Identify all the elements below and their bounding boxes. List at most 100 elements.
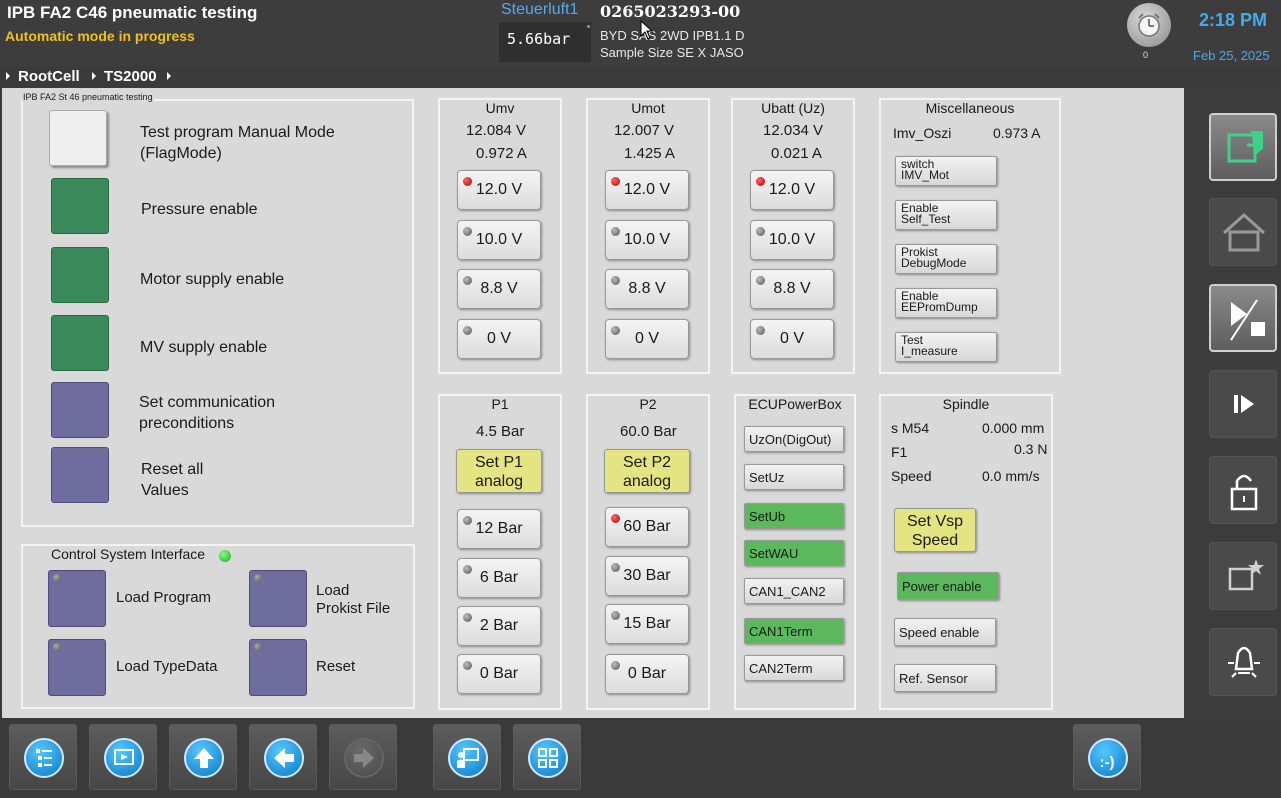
- flag-mv-supply-button[interactable]: [51, 315, 109, 371]
- flag-set-communication-button[interactable]: [51, 382, 109, 438]
- run-stop-button[interactable]: [1209, 284, 1277, 352]
- umv-8v8-button[interactable]: 8.8 V: [457, 269, 541, 309]
- imv-value: 0.973 A: [993, 125, 1041, 141]
- spindle-f1-value: 0.3 N: [1014, 441, 1048, 457]
- flag-manual-mode-label: Test program Manual Mode (FlagMode): [140, 124, 335, 162]
- variant-text: BYD SAS 2WD IPB1.1 D: [600, 28, 745, 43]
- step-button[interactable]: [1209, 370, 1277, 438]
- forward-arrow-icon: [354, 748, 374, 768]
- back-arrow-button[interactable]: [249, 724, 317, 790]
- unlock-button[interactable]: [1209, 456, 1277, 524]
- p1-0bar-button[interactable]: 0 Bar: [457, 654, 541, 694]
- umot-voltage: 12.007 V: [614, 122, 675, 139]
- clock-date: Feb 25, 2025: [1193, 48, 1270, 63]
- p1-value: 4.5 Bar: [476, 423, 525, 440]
- load-program-label: Load Program: [116, 589, 212, 606]
- misc-title: Miscellaneous: [925, 100, 1015, 116]
- setub-button[interactable]: SetUb: [744, 503, 844, 529]
- set-p2-analog-button[interactable]: Set P2 analog: [604, 449, 690, 493]
- p2-30bar-button[interactable]: 30 Bar: [605, 556, 689, 596]
- umot-10v-button[interactable]: 10.0 V: [605, 220, 689, 260]
- ref-sensor-button[interactable]: Ref. Sensor: [894, 664, 996, 692]
- flag-mv-supply-label: MV supply enable: [140, 339, 268, 356]
- spindle-panel: Spindle s M54 0.000 mm F1 0.3 N Speed 0.…: [879, 394, 1053, 710]
- load-prokist-label: Load Prokist File: [316, 582, 391, 617]
- flag-pressure-enable-button[interactable]: [51, 178, 109, 234]
- breadcrumb-item-rootcell[interactable]: RootCell: [18, 68, 80, 85]
- ubatt-panel: Ubatt (Uz) 12.034 V 0.021 A 12.0 V 10.0 …: [731, 98, 855, 374]
- can1-can2-button[interactable]: CAN1_CAN2: [744, 578, 844, 604]
- ecu-powerbox-title: ECUPowerBox: [748, 396, 842, 412]
- can1term-button[interactable]: CAN1Term: [744, 618, 844, 644]
- p1-2bar-button[interactable]: 2 Bar: [457, 606, 541, 646]
- umv-0v-button[interactable]: 0 V: [457, 319, 541, 359]
- setuz-button[interactable]: SetUz: [744, 464, 844, 490]
- flag-manual-mode-button[interactable]: [49, 110, 107, 166]
- imv-label: Imv_Oszi: [893, 125, 952, 141]
- flag-reset-values-label: Reset all Values: [141, 461, 204, 499]
- operator-button[interactable]: [433, 724, 501, 790]
- ubatt-12v-button[interactable]: 12.0 V: [750, 170, 834, 210]
- reset-button[interactable]: [249, 639, 307, 696]
- p2-60bar-button[interactable]: 60 Bar: [605, 507, 689, 547]
- ubatt-10v-button[interactable]: 10.0 V: [750, 220, 834, 260]
- smiley-icon: :-): [1099, 754, 1115, 771]
- p2-15bar-button[interactable]: 15 Bar: [605, 604, 689, 644]
- mouse-cursor-icon: [640, 20, 654, 40]
- flag-motor-supply-button[interactable]: [51, 247, 109, 303]
- p1-6bar-button[interactable]: 6 Bar: [457, 558, 541, 598]
- smiley-button[interactable]: :-): [1073, 724, 1141, 790]
- set-vsp-speed-button[interactable]: Set Vsp Speed: [894, 508, 976, 552]
- speed-enable-button[interactable]: Speed enable: [894, 618, 996, 646]
- can2term-button[interactable]: CAN2Term: [744, 655, 844, 681]
- up-arrow-icon: [194, 748, 214, 768]
- run-stop-icon: [1230, 299, 1265, 341]
- special-button[interactable]: [1209, 542, 1277, 610]
- breadcrumb-arrow-icon: [6, 72, 10, 80]
- set-p1-analog-button[interactable]: Set P1 analog: [456, 449, 542, 493]
- p1-12bar-button[interactable]: 12 Bar: [457, 509, 541, 549]
- home-button[interactable]: [1209, 198, 1277, 266]
- alarm-clock-button[interactable]: [1127, 3, 1171, 47]
- switch-imv-mot-button[interactable]: switch IMV_Mot: [895, 156, 997, 186]
- ubatt-8v8-button[interactable]: 8.8 V: [750, 269, 834, 309]
- load-prokist-button[interactable]: [249, 570, 307, 627]
- uzon-digout-button[interactable]: UzOn(DigOut): [744, 426, 844, 452]
- breadcrumb-item-ts2000[interactable]: TS2000: [104, 68, 157, 85]
- flag-reset-values-button[interactable]: [51, 447, 109, 503]
- spindle-speed-label: Speed: [891, 468, 932, 484]
- bottom-toolbar: :-): [0, 718, 1281, 798]
- export-button[interactable]: [1209, 113, 1277, 181]
- up-arrow-button[interactable]: [169, 724, 237, 790]
- p2-0bar-button[interactable]: 0 Bar: [605, 654, 689, 694]
- clock-time: 2:18 PM: [1199, 10, 1268, 30]
- flag-pressure-enable-label: Pressure enable: [141, 201, 258, 218]
- export-icon: [1227, 131, 1263, 163]
- umot-0v-button[interactable]: 0 V: [605, 319, 689, 359]
- forward-arrow-button[interactable]: [329, 724, 397, 790]
- test-i-measure-button[interactable]: Test I_measure: [895, 332, 997, 362]
- enable-eeprom-dump-button[interactable]: Enable EEPromDump: [895, 288, 997, 318]
- umv-12v-button[interactable]: 12.0 V: [457, 170, 541, 210]
- program-list-button[interactable]: [9, 724, 77, 790]
- light-button[interactable]: [1209, 628, 1277, 696]
- control-status-led: [219, 550, 231, 562]
- prokist-debug-button[interactable]: Prokist DebugMode: [895, 244, 997, 274]
- ubatt-0v-button[interactable]: 0 V: [750, 319, 834, 359]
- load-typedata-button[interactable]: [48, 639, 106, 696]
- flags-group: IPB FA2 St 46 pneumatic testing Test pro…: [21, 92, 414, 527]
- load-program-button[interactable]: [48, 570, 106, 627]
- main-panel: IPB FA2 St 46 pneumatic testing Test pro…: [2, 88, 1184, 718]
- grid-button[interactable]: [513, 724, 581, 790]
- enable-self-test-button[interactable]: Enable Self_Test: [895, 200, 997, 230]
- umot-title: Umot: [631, 100, 665, 116]
- power-enable-button[interactable]: Power enable: [897, 572, 999, 600]
- breadcrumb: RootCell TS2000: [0, 66, 1281, 88]
- umv-10v-button[interactable]: 10.0 V: [457, 220, 541, 260]
- setwau-button[interactable]: SetWAU: [744, 540, 844, 566]
- right-sidebar: [1184, 88, 1281, 718]
- umot-8v8-button[interactable]: 8.8 V: [605, 269, 689, 309]
- umot-12v-button[interactable]: 12.0 V: [605, 170, 689, 210]
- unlock-icon: [1230, 474, 1258, 511]
- monitor-button[interactable]: [89, 724, 157, 790]
